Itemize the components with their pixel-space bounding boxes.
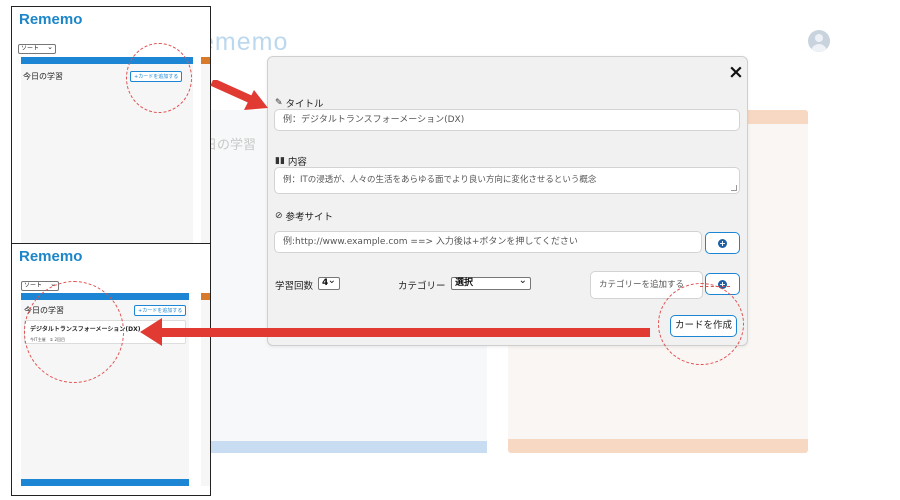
content-label: ▮▮ 内容 bbox=[275, 154, 307, 168]
category-label: カテゴリー bbox=[398, 281, 446, 292]
content-label-text: 内容 bbox=[287, 157, 307, 168]
add-card-button[interactable]: +カードを追加する bbox=[134, 305, 187, 316]
background-logo: ememo bbox=[200, 28, 289, 56]
highlight-circle-create-button bbox=[658, 283, 744, 365]
background-column-title: 日の学習 bbox=[204, 138, 257, 153]
sort-select[interactable]: ソート bbox=[18, 43, 56, 54]
next-column bbox=[201, 293, 210, 486]
reference-url-input[interactable]: 例:http://www.example.com ==> 入力後は+ボタンを押し… bbox=[274, 231, 702, 253]
close-icon[interactable]: × bbox=[727, 63, 745, 82]
study-count-label: 学習回数 bbox=[275, 281, 314, 292]
avatar[interactable] bbox=[808, 30, 830, 52]
inset-before: Rememo ソート 今日の学習 +カードを追加する bbox=[11, 6, 211, 246]
pencil-icon: ✎ bbox=[275, 98, 283, 108]
column-footer-bar bbox=[21, 479, 189, 486]
highlight-circle-add-button bbox=[126, 43, 192, 113]
logo: Rememo bbox=[19, 11, 83, 28]
arrow-to-modal bbox=[210, 80, 268, 110]
column-title: 今日の学習 bbox=[23, 72, 63, 81]
reference-label-text: 参考サイト bbox=[285, 212, 334, 223]
content-textarea[interactable]: 例：ITの浸透が、人々の生活をあらゆる面でより良い方向に変化させるという概念 bbox=[274, 167, 740, 194]
reference-label: ⊘ 参考サイト bbox=[275, 209, 333, 223]
add-reference-button[interactable]: + bbox=[705, 232, 740, 254]
arrow-to-result bbox=[160, 328, 650, 337]
logo: Rememo bbox=[19, 248, 83, 265]
paperclip-icon: ⊘ bbox=[275, 211, 283, 221]
category-select[interactable]: 選択 bbox=[451, 275, 531, 290]
dashed-leader-line bbox=[700, 286, 730, 287]
plus-circle-icon: + bbox=[718, 238, 727, 248]
arrow-to-result-head bbox=[140, 318, 162, 346]
next-column-bar bbox=[201, 293, 210, 300]
title-label-text: タイトル bbox=[285, 99, 324, 110]
book-icon: ▮▮ bbox=[275, 156, 285, 166]
title-label: ✎ タイトル bbox=[275, 96, 324, 110]
next-column-bar bbox=[201, 57, 210, 64]
highlight-circle-new-card bbox=[24, 281, 124, 383]
study-count-select[interactable]: 4 bbox=[318, 275, 340, 290]
title-input[interactable]: 例：デジタルトランスフォーメーション(DX) bbox=[274, 109, 740, 131]
